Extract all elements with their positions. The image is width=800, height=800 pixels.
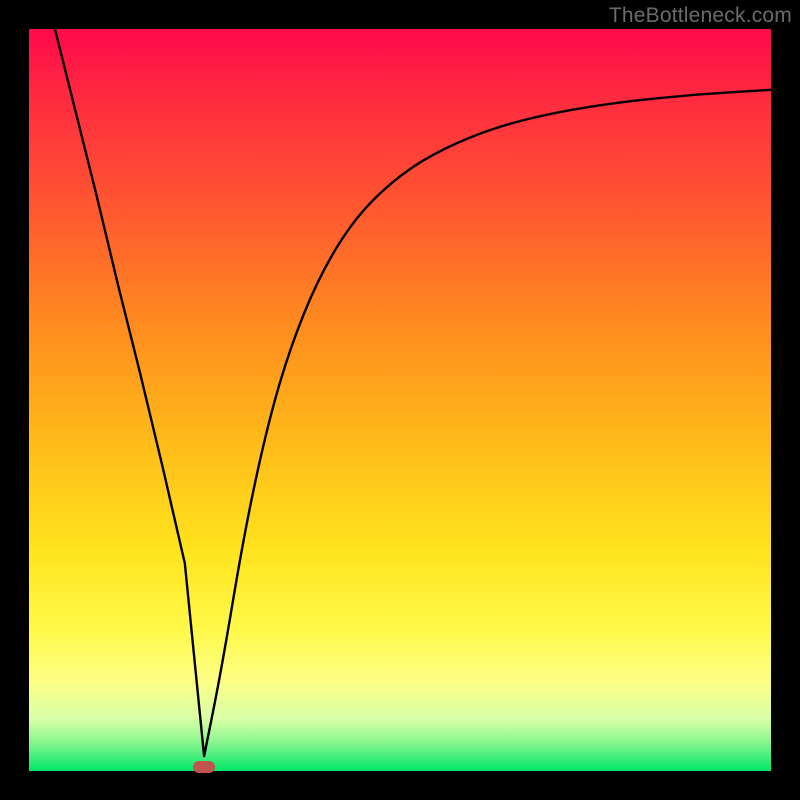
- plot-area: [29, 29, 771, 771]
- watermark-text: TheBottleneck.com: [609, 4, 792, 28]
- curve-svg: [29, 29, 771, 771]
- min-marker: [193, 761, 215, 773]
- chart-frame: TheBottleneck.com: [0, 0, 800, 800]
- curve-line: [55, 29, 771, 756]
